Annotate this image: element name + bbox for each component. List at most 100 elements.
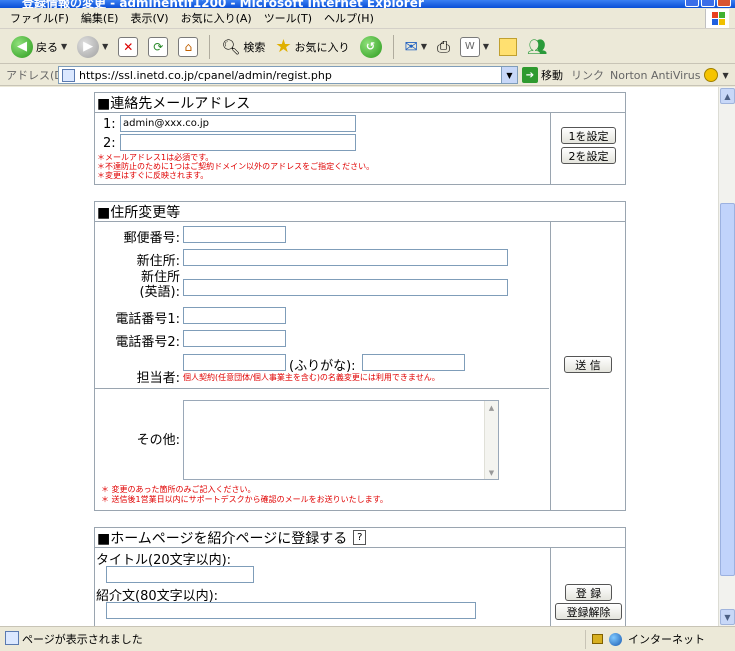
scroll-thumb[interactable] (720, 203, 735, 576)
hp-intro-input[interactable] (106, 602, 476, 619)
forward-arrow-icon: ▶ (77, 35, 100, 58)
mail-button[interactable]: ✉ ▼ (402, 33, 431, 61)
toolbar: ◀ 戻る ▼ ▶ ▼ ✕ ⟳ ⌂ 🔍︎ 検索 ★ お気に入り ↺ ✉ ▼ ⎙ W… (0, 30, 735, 64)
discuss-button[interactable] (496, 33, 520, 61)
contact-input[interactable] (183, 354, 286, 371)
hp-title-input[interactable] (106, 566, 254, 583)
send-button[interactable]: 送 信 (564, 356, 612, 373)
status-text: ページが表示されました (0, 631, 585, 647)
email1-input[interactable] (120, 115, 356, 132)
email-note: ＊変更はすぐに反映されます。 (97, 171, 209, 180)
address-note: ＊ 変更のあった箇所のみご記入ください。 (101, 485, 256, 494)
address-change-section: ■住所変更等 郵便番号: 新住所: 新住所 (英語): 電話番号1: 電話番号2… (94, 201, 626, 511)
note-icon (499, 37, 518, 56)
menu-file[interactable]: ファイル(F) (4, 10, 75, 26)
postal-label: 郵便番号: (123, 231, 180, 246)
toolbar-separator (392, 34, 394, 59)
divider (95, 388, 549, 389)
history-button[interactable]: ↺ (357, 33, 385, 61)
menu-help[interactable]: ヘルプ(H) (318, 10, 380, 26)
address-input[interactable]: https://ssl.inetd.co.jp/cpanel/admin/reg… (58, 66, 518, 84)
phone2-input[interactable] (183, 330, 286, 347)
refresh-button[interactable]: ⟳ (145, 33, 171, 61)
norton-antivirus-button[interactable]: Norton AntiVirus ▼ (610, 68, 729, 82)
scroll-up-icon[interactable]: ▲ (485, 401, 498, 414)
forward-button[interactable]: ▶ ▼ (74, 33, 111, 61)
phone1-input[interactable] (183, 307, 286, 324)
help-icon[interactable]: ? (353, 530, 367, 545)
set-email1-button[interactable]: 1を設定 (561, 127, 616, 144)
links-button[interactable]: リンク (571, 67, 604, 83)
back-button[interactable]: ◀ 戻る ▼ (8, 33, 70, 61)
windows-logo-icon (705, 9, 729, 28)
dropdown-arrow-icon[interactable]: ▼ (102, 42, 108, 51)
new-address-en-input[interactable] (183, 279, 508, 296)
dropdown-arrow-icon[interactable]: ▼ (483, 42, 489, 51)
other-textarea[interactable]: ▲ ▼ (183, 400, 499, 480)
norton-icon (704, 68, 719, 82)
address-section-title: ■住所変更等 (95, 202, 625, 222)
star-icon: ★ (275, 36, 292, 57)
contact-label: 担当者: (136, 371, 180, 386)
new-address-en-label: 新住所 (英語): (139, 270, 180, 300)
mail-icon: ✉ (404, 37, 418, 56)
scroll-up-icon[interactable]: ▲ (720, 88, 735, 104)
close-button[interactable] (717, 0, 731, 7)
title-bar: 登録情報の変更 - adminentif1200 - Microsoft Int… (0, 0, 735, 8)
dropdown-arrow-icon[interactable]: ▼ (421, 42, 427, 51)
scroll-down-icon[interactable]: ▼ (485, 466, 498, 479)
home-icon: ⌂ (178, 36, 199, 57)
toolbar-separator (209, 34, 211, 59)
page-viewport: ■連絡先メールアドレス 1: 2: ＊メールアドレス1は必須です。 ＊不達防止の… (0, 87, 718, 626)
stop-button[interactable]: ✕ (115, 33, 141, 61)
word-icon: W (459, 36, 480, 57)
register-button[interactable]: 登 録 (565, 584, 612, 601)
dropdown-arrow-icon[interactable]: ▼ (61, 42, 67, 51)
address-dropdown-icon[interactable]: ▼ (501, 67, 517, 83)
back-arrow-icon: ◀ (11, 35, 33, 58)
print-button[interactable]: ⎙ (434, 33, 453, 61)
go-button[interactable]: ➔ 移動 (522, 67, 563, 83)
page-icon (62, 69, 75, 82)
home-button[interactable]: ⌂ (175, 33, 201, 61)
menu-bar: ファイル(F) 編集(E) 表示(V) お気に入り(A) ツール(T) ヘルプ(… (0, 8, 735, 29)
stop-icon: ✕ (118, 36, 139, 57)
go-arrow-icon: ➔ (522, 67, 538, 83)
email1-label: 1: (103, 117, 116, 132)
address-label: アドレス(D) (6, 69, 68, 82)
other-label: その他: (136, 433, 180, 448)
page-scrollbar[interactable]: ▲ ▼ (718, 87, 735, 626)
unregister-button[interactable]: 登録解除 (555, 603, 622, 620)
menu-tools[interactable]: ツール(T) (258, 10, 318, 26)
email2-label: 2: (103, 136, 116, 151)
menu-edit[interactable]: 編集(E) (75, 10, 125, 26)
dropdown-arrow-icon[interactable]: ▼ (722, 71, 728, 80)
homepage-section: ■ホームページを紹介ページに登録する ? タイトル(20文字以内): 紹介文(8… (94, 527, 626, 626)
postal-input[interactable] (183, 226, 286, 243)
menu-view[interactable]: 表示(V) (124, 10, 174, 26)
address-note: ＊ 送信後1営業日以内にサポートデスクから確認のメールをお送りいたします。 (101, 495, 388, 504)
minimize-button[interactable] (685, 0, 699, 7)
search-button[interactable]: 🔍︎ 検索 (218, 33, 268, 61)
messenger-button[interactable]: 👥︎ (524, 33, 550, 61)
email-section-title: ■連絡先メールアドレス (95, 93, 625, 113)
history-icon: ↺ (359, 35, 382, 58)
lock-icon (592, 634, 603, 644)
new-address-label: 新住所: (136, 254, 180, 269)
address-bar: アドレス(D) https://ssl.inetd.co.jp/cpanel/a… (0, 65, 735, 86)
favorites-button[interactable]: ★ お気に入り (272, 33, 352, 61)
edit-button[interactable]: W ▼ (457, 33, 492, 61)
globe-icon (609, 632, 622, 646)
email2-input[interactable] (120, 134, 356, 151)
new-address-input[interactable] (183, 249, 508, 266)
messenger-icon: 👥︎ (527, 37, 548, 56)
textarea-scrollbar[interactable]: ▲ ▼ (484, 401, 498, 479)
homepage-section-title: ■ホームページを紹介ページに登録する ? (95, 528, 625, 548)
window-title: 登録情報の変更 - adminentif1200 - Microsoft Int… (22, 0, 424, 8)
set-email2-button[interactable]: 2を設定 (561, 147, 616, 164)
scroll-down-icon[interactable]: ▼ (720, 609, 735, 625)
menu-favorites[interactable]: お気に入り(A) (175, 10, 258, 26)
printer-icon: ⎙ (437, 36, 450, 56)
furigana-input[interactable] (362, 354, 465, 371)
maximize-button[interactable] (701, 0, 715, 7)
